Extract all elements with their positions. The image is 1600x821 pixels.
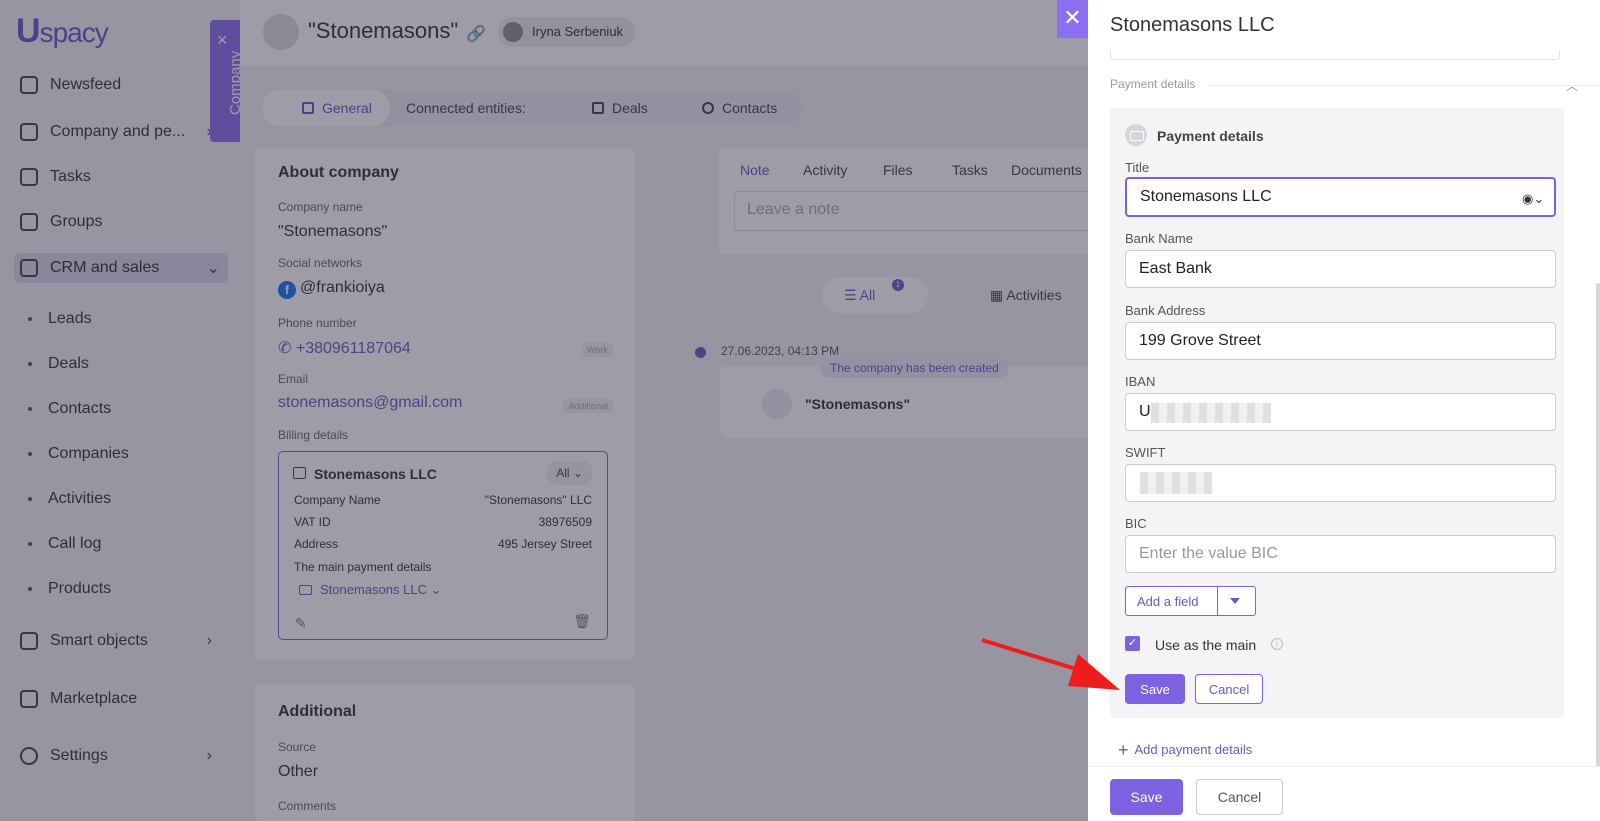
- caret-down-icon[interactable]: [1230, 598, 1240, 604]
- bic-input[interactable]: [1125, 535, 1556, 573]
- section-header: Payment details: [1110, 77, 1196, 91]
- form-title: Payment details: [1157, 128, 1264, 144]
- annotation-arrow: [981, 638, 1120, 690]
- cancel-button[interactable]: Cancel: [1195, 674, 1263, 704]
- scrollbar[interactable]: [1596, 283, 1600, 768]
- modal-backdrop[interactable]: [0, 0, 1088, 821]
- close-panel-button[interactable]: ✕: [1057, 0, 1088, 38]
- footer-cancel-button[interactable]: Cancel: [1196, 779, 1283, 815]
- add-payment-details-link[interactable]: + Add payment details: [1118, 740, 1252, 761]
- use-as-main-label: Use as the main: [1155, 637, 1257, 653]
- add-field-button[interactable]: Add a field: [1125, 586, 1256, 616]
- user-select-icon[interactable]: ◉⌄: [1522, 191, 1544, 207]
- info-icon[interactable]: i: [1271, 638, 1283, 650]
- chevron-up-icon[interactable]: ︿: [1566, 77, 1578, 94]
- card-icon: [1125, 124, 1147, 146]
- title-input[interactable]: [1125, 177, 1556, 217]
- arrow-head: [1068, 654, 1120, 690]
- panel-title: Stonemasons LLC: [1110, 14, 1275, 36]
- save-button[interactable]: Save: [1125, 674, 1185, 704]
- bank-address-input[interactable]: [1125, 322, 1556, 360]
- footer-save-button[interactable]: Save: [1110, 779, 1183, 815]
- redacted-value: [1151, 403, 1271, 423]
- redacted-value: [1140, 472, 1212, 494]
- plus-icon: +: [1118, 740, 1129, 760]
- payment-details-panel: Stonemasons LLC Payment details ︿ Paymen…: [1088, 0, 1600, 821]
- bank-name-input[interactable]: [1125, 250, 1556, 288]
- panel-footer: Save Cancel: [1088, 766, 1600, 821]
